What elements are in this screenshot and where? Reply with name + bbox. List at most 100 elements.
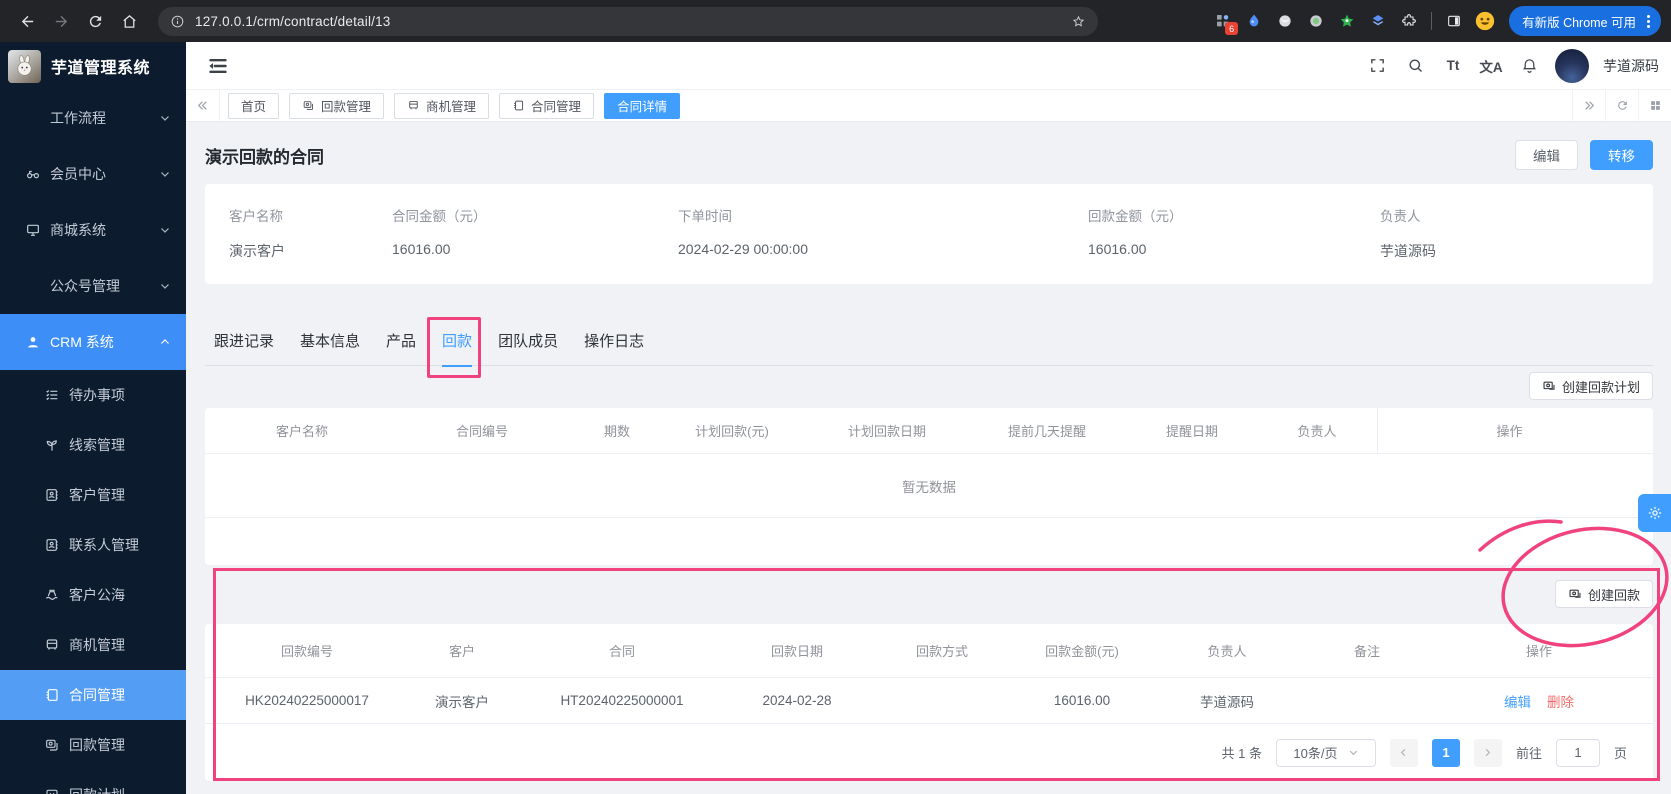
address-bar[interactable]: 127.0.0.1/crm/contract/detail/13 <box>158 6 1098 36</box>
page-tabs-bar: 首页 回款管理 商机管理 合同管理 合同详情 <box>186 89 1671 122</box>
row-actions: 编辑 删除 <box>1437 691 1641 711</box>
browser-back-button[interactable] <box>14 8 40 34</box>
cell-date: 2024-02-28 <box>762 693 832 708</box>
sidebar-item-receivables[interactable]: 回款管理 <box>0 720 186 770</box>
create-receivable-button[interactable]: 创建回款 <box>1554 580 1653 608</box>
row-edit-link[interactable]: 编辑 <box>1504 691 1531 711</box>
chevron-down-icon <box>159 168 171 180</box>
extension-green-dot-icon[interactable] <box>1305 10 1327 32</box>
bell-icon[interactable] <box>1513 50 1545 82</box>
sidebar-item-public-sea[interactable]: 客户公海 <box>0 570 186 620</box>
refresh-page-icon[interactable] <box>1605 89 1638 122</box>
create-payment-icon <box>1542 379 1556 393</box>
edit-button[interactable]: 编辑 <box>1515 140 1578 170</box>
chrome-update-button[interactable]: 有新版 Chrome 可用 <box>1509 6 1661 36</box>
payment-icon <box>44 737 60 753</box>
goto-page-input[interactable] <box>1555 738 1600 767</box>
logo-rabbit-avatar <box>8 49 41 83</box>
browser-home-button[interactable] <box>116 8 142 34</box>
summary-received-amount: 回款金额（元） 16016.00 <box>1088 209 1183 257</box>
pagination: 共 1 条 10条/页 1 前往 页 <box>205 724 1653 781</box>
monitor-icon <box>25 222 41 238</box>
create-receivable-plan-button[interactable]: 创建回款计划 <box>1528 372 1653 400</box>
user-avatar[interactable] <box>1555 48 1589 83</box>
chevron-down-icon <box>159 112 171 124</box>
tab-operation-log[interactable]: 操作日志 <box>584 314 644 366</box>
font-size-icon[interactable]: Tt <box>1437 50 1469 82</box>
tab-receivables[interactable]: 回款 <box>442 314 473 367</box>
tabs-more-icon[interactable] <box>1638 89 1671 122</box>
theme-settings-button[interactable] <box>1638 494 1671 532</box>
sidebar-item-contracts[interactable]: 合同管理 <box>0 670 186 720</box>
tab-contract-detail[interactable]: 合同详情 <box>604 92 681 119</box>
receivable-table: 回款编号 客户 合同 回款日期 回款方式 回款金额(元) 负责人 备注 操作 H… <box>205 624 1653 781</box>
url-text[interactable]: 127.0.0.1/crm/contract/detail/13 <box>195 14 1061 29</box>
page-title: 演示回款的合同 <box>205 147 324 167</box>
cell-owner: 芋道源码 <box>1200 694 1254 710</box>
tab-basic-info[interactable]: 基本信息 <box>300 314 360 366</box>
current-page[interactable]: 1 <box>1431 738 1460 767</box>
sidebar-item-mall-system[interactable]: 商城系统 <box>0 202 186 258</box>
browser-forward-button[interactable] <box>48 8 74 34</box>
transfer-button[interactable]: 转移 <box>1590 140 1653 170</box>
tab-team-members[interactable]: 团队成员 <box>498 314 558 366</box>
tab-receivable-management[interactable]: 回款管理 <box>289 92 385 119</box>
tabs-scroll-right-icon[interactable] <box>1572 89 1605 122</box>
bus-icon <box>44 637 60 653</box>
person-icon <box>25 334 41 350</box>
tab-business-management[interactable]: 商机管理 <box>394 92 490 119</box>
sea-waves-icon <box>44 587 60 603</box>
sidebar-item-workflow[interactable]: 工作流程 <box>0 90 186 146</box>
sidebar-item-business[interactable]: 商机管理 <box>0 620 186 670</box>
side-panel-icon[interactable] <box>1443 10 1465 32</box>
bookmark-star-icon[interactable] <box>1071 14 1086 29</box>
extension-layers-icon[interactable] <box>1367 10 1389 32</box>
row-delete-link[interactable]: 删除 <box>1547 691 1574 711</box>
tabs-scroll-left-icon[interactable] <box>186 89 220 122</box>
sidebar-item-wechat-mp[interactable]: 公众号管理 <box>0 258 186 314</box>
sidebar-item-receivable-plan[interactable]: 回款计划 <box>0 770 186 794</box>
sidebar-item-customers[interactable]: 客户管理 <box>0 470 186 520</box>
sidebar-item-leads[interactable]: 线索管理 <box>0 420 186 470</box>
sidebar-item-contacts[interactable]: 联系人管理 <box>0 520 186 570</box>
username[interactable]: 芋道源码 <box>1603 56 1659 76</box>
extension-drop-icon[interactable] <box>1243 10 1265 32</box>
sidebar: 芋道管理系统 工作流程 会员中心 商城系统 公众号管理 CRM 系统 待办事项 … <box>0 42 186 794</box>
sidebar-item-member-center[interactable]: 会员中心 <box>0 146 186 202</box>
tab-contract-management[interactable]: 合同管理 <box>499 92 595 119</box>
extensions-puzzle-icon[interactable] <box>1398 10 1420 32</box>
tab-follow-records[interactable]: 跟进记录 <box>214 314 274 366</box>
todo-list-icon <box>44 387 60 403</box>
receivable-table-header: 回款编号 客户 合同 回款日期 回款方式 回款金额(元) 负责人 备注 操作 <box>205 624 1653 678</box>
tab-home[interactable]: 首页 <box>228 92 280 119</box>
extension-sphere-icon[interactable] <box>1274 10 1296 32</box>
browser-reload-button[interactable] <box>82 8 108 34</box>
site-info-icon[interactable] <box>170 14 185 29</box>
collapse-menu-icon[interactable] <box>205 53 231 79</box>
sidebar-item-crm-system[interactable]: CRM 系统 <box>0 314 186 370</box>
browser-menu-icon[interactable] <box>1642 14 1655 28</box>
extension-grid-icon[interactable]: 6 <box>1212 10 1239 35</box>
app-title: 芋道管理系统 <box>51 60 151 77</box>
prev-page-button[interactable] <box>1389 738 1418 767</box>
page-size-select[interactable]: 10条/页 <box>1275 738 1376 767</box>
profile-avatar-icon[interactable] <box>1474 10 1496 32</box>
chevron-up-icon <box>159 336 171 348</box>
summary-order-time: 下单时间 2024-02-29 00:00:00 <box>678 209 808 257</box>
plan-table-header: 客户名称 合同编号 期数 计划回款(元) 计划回款日期 提前几天提醒 提醒日期 … <box>205 408 1653 454</box>
search-icon[interactable] <box>1399 50 1431 82</box>
sidebar-item-todo[interactable]: 待办事项 <box>0 370 186 420</box>
extension-star-icon[interactable] <box>1336 10 1358 32</box>
app-logo[interactable]: 芋道管理系统 <box>0 42 186 90</box>
locale-icon[interactable]: 文A <box>1475 50 1507 82</box>
fullscreen-icon[interactable] <box>1361 50 1393 82</box>
tab-products[interactable]: 产品 <box>386 314 416 366</box>
summary-contract-amount: 合同金额（元） 16016.00 <box>392 209 487 257</box>
notebook-icon <box>44 687 60 703</box>
next-page-button[interactable] <box>1473 738 1502 767</box>
cell-receivable-no: HK20240225000017 <box>245 693 369 708</box>
browser-chrome: 127.0.0.1/crm/contract/detail/13 6 有新版 C… <box>0 0 1671 42</box>
empty-state: 暂无数据 <box>205 454 1653 518</box>
chevron-down-icon <box>159 280 171 292</box>
page-unit-label: 页 <box>1613 746 1627 761</box>
